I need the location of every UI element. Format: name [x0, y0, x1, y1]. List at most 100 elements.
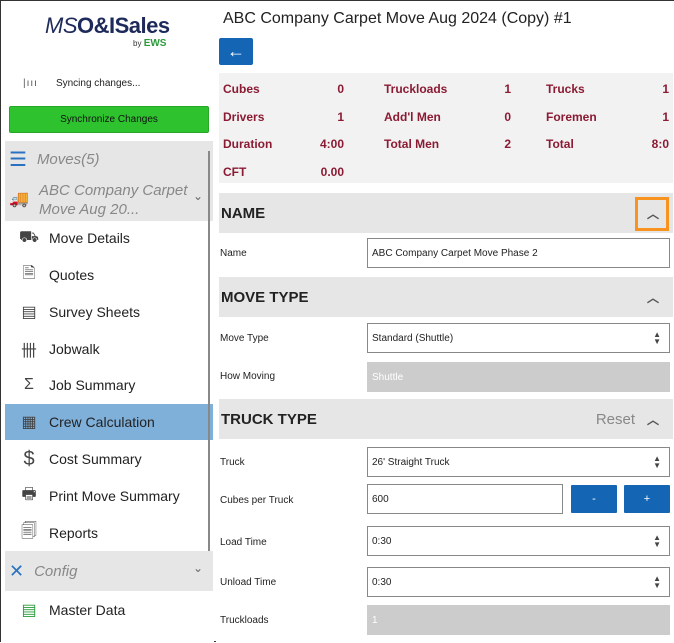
sidebar-scrollbar[interactable]	[208, 151, 210, 551]
stat-label: Foremen	[546, 109, 597, 124]
sidebar-item-label: Jobwalk	[49, 341, 100, 357]
stat-label: Duration	[223, 137, 273, 151]
config-group[interactable]: ✕ Config ⌄	[5, 551, 213, 591]
sidebar: MSO&ISales by EWS |ııı Syncing changes...…	[1, 1, 214, 643]
stat-value: 0	[337, 82, 344, 96]
section-title: TRUCK TYPE	[221, 410, 317, 428]
load-time-select[interactable]: 0:30 ▲ ▼	[367, 526, 670, 556]
cubes-per-truck-input[interactable]: 600	[367, 484, 563, 514]
stat-value: 0.00	[320, 164, 344, 179]
spinner-icon: ▲ ▼	[653, 533, 661, 549]
sync-status: |ııı Syncing changes...	[23, 78, 140, 89]
stats-panel: Cubes 0 Truckloads 1 Trucks 1 Drivers 1 Add'l Me…	[219, 73, 673, 183]
tally-icon: 卌	[20, 343, 37, 360]
name-section-header[interactable]: NAME ︿	[219, 193, 673, 233]
arrow-left-icon: ←	[227, 41, 245, 61]
truck-icon: 🚚	[9, 191, 29, 208]
spinner-icon: ▲ ▼	[653, 454, 661, 470]
sidebar-item-label: Crew Calculation	[49, 414, 155, 430]
sidebar-item-quotes[interactable]: 🗎 Quotes	[5, 257, 213, 293]
stat-value: 4:00	[319, 137, 344, 151]
how-moving-field: Shuttle	[367, 362, 670, 392]
sidebar-item-jobwalk[interactable]: 卌 Jobwalk	[5, 331, 213, 367]
move-type-value: Standard (Shuttle)	[372, 332, 454, 344]
sidebar-item-cost-summary[interactable]: $ Cost Summary	[5, 441, 213, 477]
chevron-up-icon[interactable]: ︿	[647, 289, 659, 306]
unload-time-select[interactable]: 0:30 ▲ ▼	[367, 567, 670, 597]
stat-value: 8:0	[651, 137, 669, 151]
chevron-up-icon[interactable]: ︿	[647, 411, 659, 428]
truck-outline-icon: ⛟	[18, 229, 40, 246]
load-time-value: 0:30	[372, 535, 392, 547]
stat-label: Drivers	[223, 109, 265, 124]
stat-label: CFT	[223, 164, 247, 179]
name-value: ABC Company Carpet Move Phase 2	[372, 247, 538, 259]
back-button[interactable]: ←	[219, 38, 253, 65]
dollar-icon: $	[23, 447, 35, 470]
stat-label: Total	[546, 137, 574, 151]
section-title: NAME	[221, 204, 266, 222]
current-move-label: ABC Company Carpet Move Aug 20...	[39, 182, 188, 218]
sync-progress-icon: |ııı	[23, 78, 38, 89]
logo: MSO&ISales	[45, 13, 170, 39]
truck-value: 26' Straight Truck	[372, 456, 450, 468]
increment-button[interactable]: +	[624, 485, 670, 513]
section-title: MOVE TYPE	[221, 288, 309, 306]
stat-value: 1	[337, 109, 344, 124]
load-time-label: Load Time	[220, 537, 267, 548]
stat-value: 0	[504, 109, 511, 124]
printer-icon: 🖶	[21, 485, 37, 503]
sidebar-item-label: Print Move Summary	[49, 488, 180, 504]
synchronize-changes-button[interactable]: Synchronize Changes	[9, 106, 209, 133]
spinner-icon: ▲ ▼	[653, 330, 661, 346]
sidebar-item-label: Survey Sheets	[49, 304, 141, 320]
main-panel: ABC Company Carpet Move Aug 2024 (Copy) …	[216, 1, 674, 643]
cubes-per-truck-label: Cubes per Truck	[220, 495, 294, 506]
config-group-label: Config	[34, 562, 78, 580]
reset-button[interactable]: Reset	[596, 411, 635, 428]
sidebar-item-move-details[interactable]: ⛟ Move Details	[5, 220, 213, 256]
name-input[interactable]: ABC Company Carpet Move Phase 2	[367, 238, 670, 268]
stat-label: Trucks	[546, 82, 585, 96]
sigma-icon: Σ	[24, 376, 34, 393]
sidebar-item-survey-sheets[interactable]: ▤ Survey Sheets	[5, 294, 213, 330]
stat-label: Total Men	[384, 137, 440, 151]
logo-ews: EWS	[143, 38, 167, 49]
cubes-value: 600	[372, 493, 389, 505]
logo-byline: by EWS	[133, 38, 166, 49]
current-move-group[interactable]: 🚚 ABC Company Carpet Move Aug 20... ⌄	[5, 177, 213, 221]
decrement-button[interactable]: -	[571, 485, 617, 513]
truckloads-label: Truckloads	[220, 615, 269, 626]
sidebar-item-job-summary[interactable]: Σ Job Summary	[5, 367, 213, 403]
move-type-select[interactable]: Standard (Shuttle) ▲ ▼	[367, 323, 670, 353]
how-moving-value: Shuttle	[372, 371, 404, 383]
sidebar-item-print-move-summary[interactable]: 🖶 Print Move Summary	[5, 478, 213, 514]
chevron-down-icon[interactable]: ⌄	[193, 189, 203, 203]
sidebar-item-master-data[interactable]: ▤ Master Data	[5, 592, 213, 628]
how-moving-label: How Moving	[220, 371, 276, 382]
calculator-icon: ▦	[21, 414, 37, 431]
document-icon: 🗎	[22, 264, 36, 282]
stat-label: Truckloads	[384, 82, 448, 96]
truckloads-field: 1	[367, 605, 670, 635]
chevron-down-icon[interactable]: ⌄	[193, 561, 203, 575]
name-label: Name	[220, 248, 247, 259]
logo-oi: O&ISales	[77, 13, 170, 38]
truck-type-section-header[interactable]: TRUCK TYPE Reset ︿	[219, 399, 673, 439]
logo-ms: MS	[45, 13, 78, 38]
list-icon: ▤	[21, 304, 37, 321]
move-type-section-header[interactable]: MOVE TYPE ︿	[219, 277, 673, 317]
sidebar-item-crew-calculation[interactable]: ▦ Crew Calculation	[5, 404, 213, 440]
sidebar-item-reports[interactable]: 🗐 Reports	[5, 515, 213, 551]
sidebar-item-label: Reports	[49, 525, 99, 541]
moves-group[interactable]: ☰ Moves(5)	[5, 141, 213, 177]
sidebar-item-label: Move Details	[49, 230, 130, 246]
tools-icon: ✕	[9, 560, 25, 581]
truck-label: Truck	[220, 457, 245, 468]
stat-label: Add'l Men	[384, 109, 441, 124]
sync-status-text: Syncing changes...	[55, 78, 141, 89]
truck-select[interactable]: 26' Straight Truck ▲ ▼	[367, 447, 670, 477]
stat-value: 2	[504, 137, 511, 151]
chevron-up-icon[interactable]: ︿	[647, 205, 659, 222]
sidebar-item-label: Master Data	[49, 602, 126, 618]
